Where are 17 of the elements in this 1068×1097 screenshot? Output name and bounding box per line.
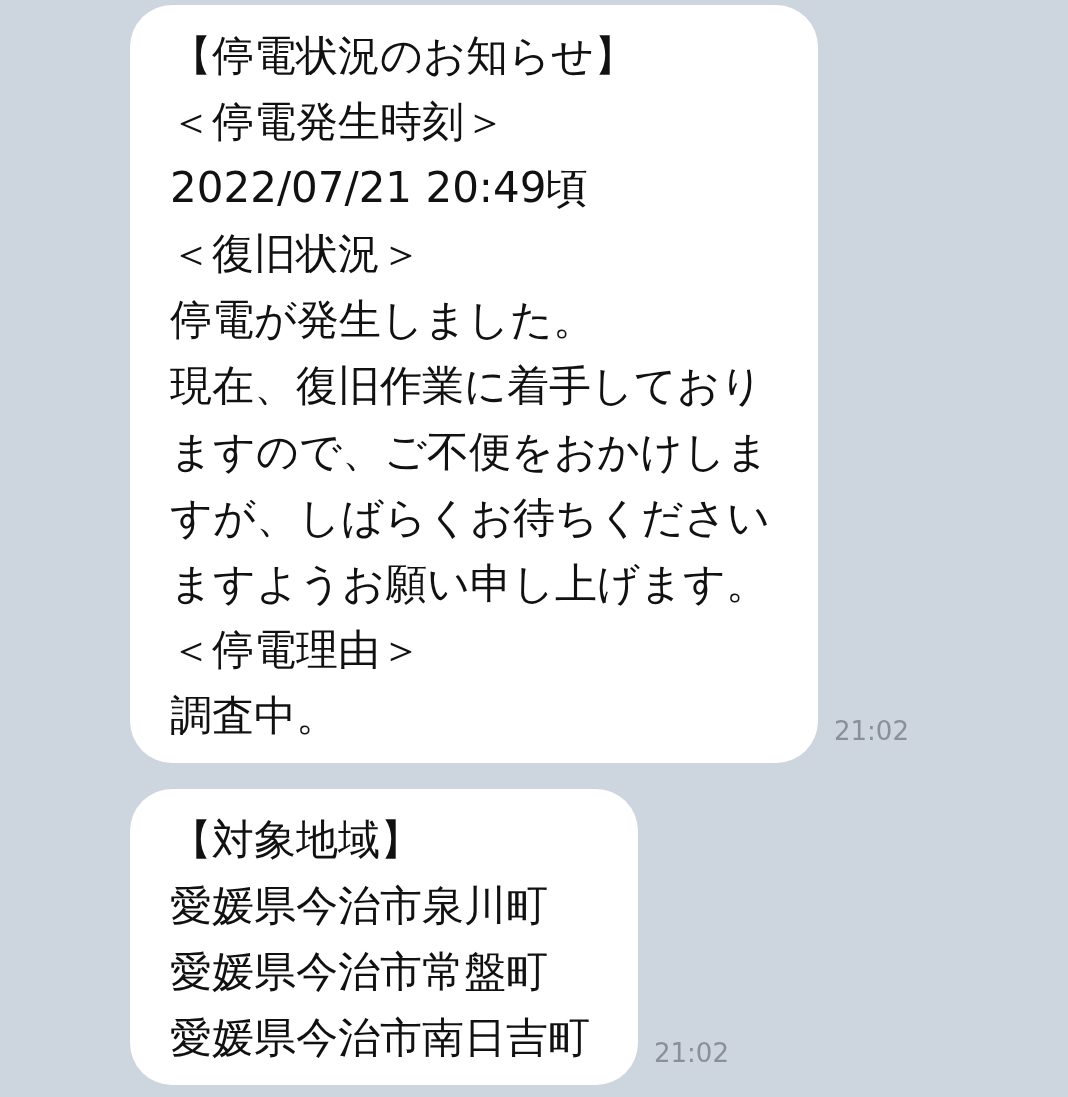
message-text: 愛媛県今治市常盤町 (170, 946, 548, 998)
message-text: 2022/07/21 20:49頃 (170, 162, 589, 214)
message-text: 調査中。 (170, 690, 338, 742)
message-text: ＜停電理由＞ (170, 624, 422, 676)
message-text: 現在、復旧作業に着手しており (170, 360, 763, 412)
message-text: 【対象地域】 (170, 814, 422, 866)
message-text: 停電が発生しました。 (170, 294, 595, 346)
message-text: ＜復旧状況＞ (170, 228, 422, 280)
message-text: ＜停電発生時刻＞ (170, 96, 506, 148)
message-text: すが、しばらくお待ちください (170, 492, 770, 544)
message-text: ますようお願い申し上げます。 (170, 558, 768, 610)
message-text: 愛媛県今治市南日吉町 (170, 1012, 590, 1064)
message-text: 【停電状況のお知らせ】 (170, 30, 636, 82)
message-time: 21:02 (654, 1037, 729, 1070)
message-time: 21:02 (834, 715, 909, 748)
message-text: ますので、ご不便をおかけしま (170, 426, 769, 478)
message-text: 愛媛県今治市泉川町 (170, 880, 548, 932)
